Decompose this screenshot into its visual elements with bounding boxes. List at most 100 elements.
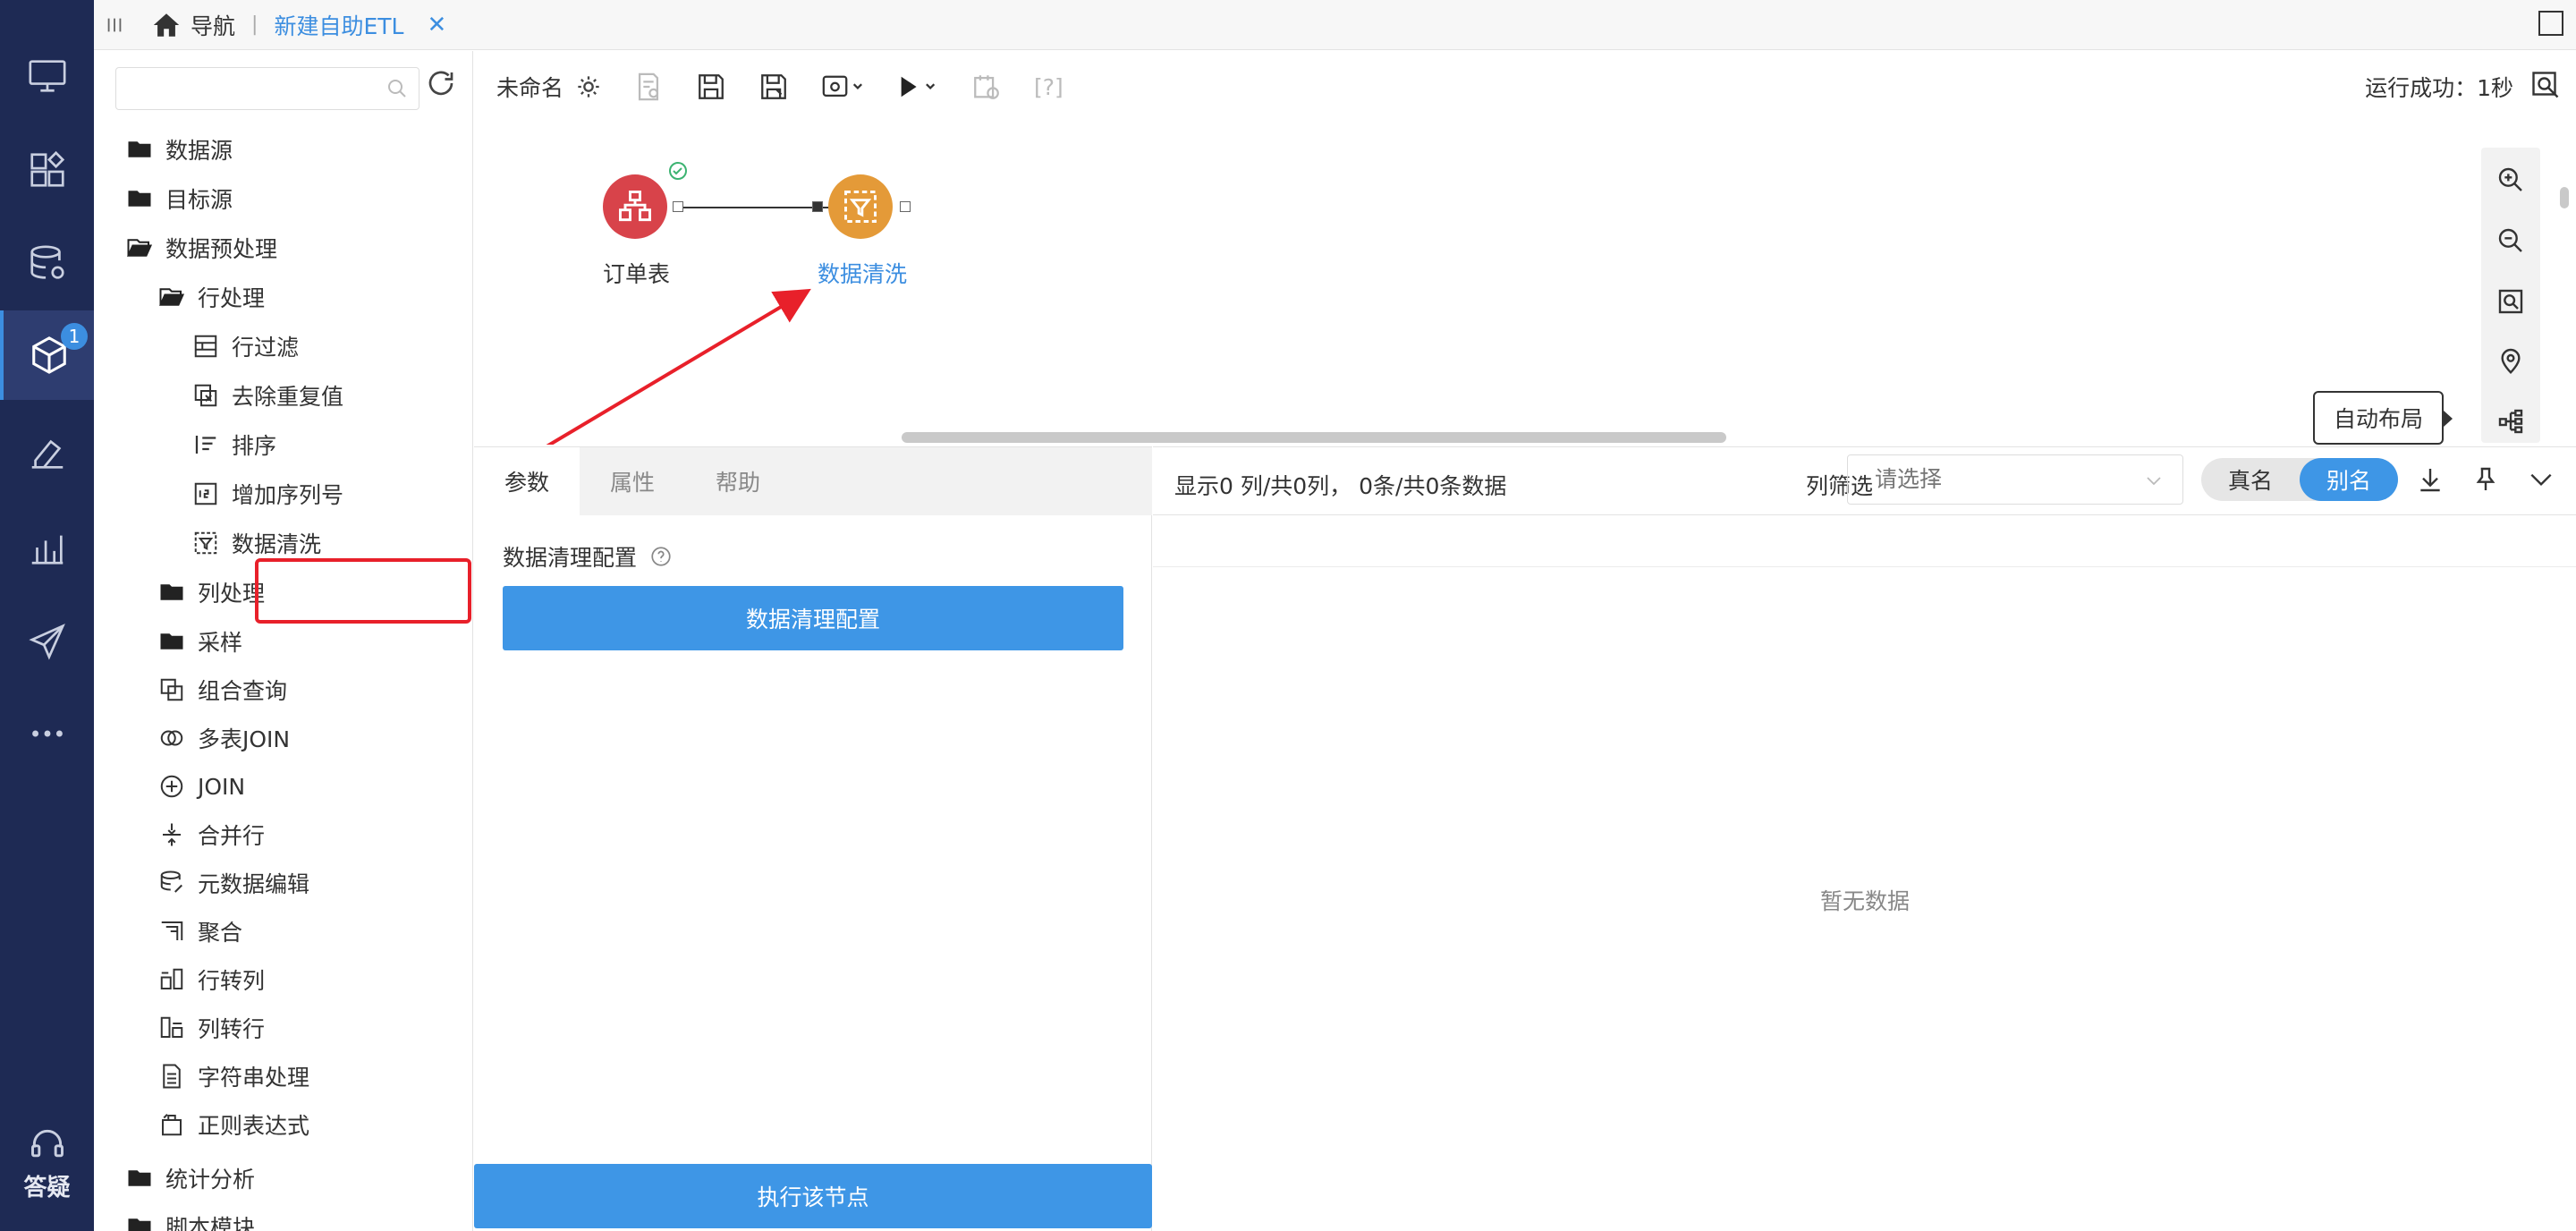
- tab-properties[interactable]: 属性: [580, 447, 685, 515]
- merge-rows-icon: [163, 823, 181, 846]
- tree-item-target[interactable]: 目标源: [126, 181, 233, 216]
- tree-item-sort[interactable]: 排序: [192, 427, 276, 463]
- locate-icon[interactable]: [2496, 346, 2525, 375]
- filter-clean-icon: [844, 191, 877, 223]
- toggle-alias[interactable]: 别名: [2300, 458, 2398, 501]
- tree-item-merge-rows[interactable]: 合并行: [158, 817, 265, 853]
- node-port-out[interactable]: [673, 201, 683, 212]
- tree-item-script[interactable]: 脚本模块: [126, 1209, 255, 1231]
- menu-bars-icon[interactable]: [105, 15, 124, 35]
- save-as-icon[interactable]: [758, 72, 789, 102]
- tab-help[interactable]: 帮助: [685, 447, 791, 515]
- save-icon[interactable]: [696, 72, 726, 102]
- question-icon[interactable]: [649, 545, 673, 568]
- tree-item-row-filter[interactable]: 行过滤: [192, 328, 299, 364]
- schedule-icon[interactable]: [971, 72, 1002, 102]
- column-filter-input[interactable]: [1875, 455, 2143, 502]
- collapse-chevron-icon[interactable]: [2527, 465, 2555, 494]
- clean-config-button[interactable]: 数据清理配置: [503, 586, 1123, 650]
- tab-params[interactable]: 参数: [474, 447, 580, 515]
- fit-view-icon[interactable]: [2496, 287, 2525, 316]
- etl-name[interactable]: 未命名: [496, 71, 564, 103]
- toggle-real-name[interactable]: 真名: [2201, 458, 2300, 501]
- multi-join-icon: [160, 730, 183, 746]
- tree-item-stats[interactable]: 统计分析: [126, 1160, 255, 1196]
- log-icon[interactable]: [633, 72, 664, 102]
- help-support[interactable]: 答疑: [0, 1109, 94, 1217]
- node-port-out[interactable]: [900, 201, 911, 212]
- tree-item-row-process[interactable]: 行处理: [158, 279, 265, 315]
- zoom-in-icon[interactable]: [2496, 166, 2525, 194]
- pen-tool-icon[interactable]: [0, 409, 94, 498]
- name-toggle[interactable]: 真名 别名: [2201, 458, 2398, 501]
- pin-icon[interactable]: [2471, 465, 2500, 494]
- tree-item-metadata-edit[interactable]: 元数据编辑: [158, 865, 309, 901]
- node-port-in[interactable]: [812, 201, 823, 212]
- column-filter-select[interactable]: [1847, 454, 2183, 505]
- run-settings-icon[interactable]: [821, 72, 864, 102]
- tree-item-col-process[interactable]: 列处理: [158, 574, 265, 610]
- run-status: 运行成功：1秒: [2365, 75, 2513, 101]
- tree-item-preprocess[interactable]: 数据预处理: [126, 230, 277, 266]
- chart-bar-icon[interactable]: [0, 503, 94, 592]
- node-data-clean[interactable]: [828, 174, 893, 239]
- canvas-horizontal-scrollbar[interactable]: [902, 432, 1726, 443]
- database-settings-icon[interactable]: [0, 219, 94, 309]
- auto-layout-icon[interactable]: [2496, 407, 2525, 436]
- tree-item-join[interactable]: JOIN: [158, 768, 245, 804]
- tree-item-data-clean[interactable]: 数据清洗: [192, 525, 321, 561]
- tree-item-col-to-row[interactable]: 列转行: [158, 1010, 265, 1046]
- search-icon[interactable]: [386, 78, 408, 99]
- headset-icon: [30, 1129, 64, 1157]
- metadata-edit-icon: [160, 870, 182, 893]
- tree-item-datasource[interactable]: 数据源: [126, 132, 233, 167]
- tree-item-row-to-col[interactable]: 行转列: [158, 962, 265, 998]
- help-bracket-icon[interactable]: [?]: [1034, 74, 1063, 100]
- tree-item-combine-query[interactable]: 组合查询: [158, 672, 287, 708]
- tree-item-multi-join[interactable]: 多表JOIN: [158, 720, 290, 756]
- help-label: 答疑: [23, 1174, 71, 1201]
- folder-icon: [160, 584, 183, 600]
- preview-column-header: [1153, 515, 2576, 567]
- success-check-icon: [669, 162, 687, 180]
- etl-canvas[interactable]: 订单表 数据清洗 自动布局: [474, 123, 2576, 445]
- settings-icon[interactable]: [576, 74, 601, 99]
- node-order-table[interactable]: [603, 174, 667, 239]
- left-rail: 1 答疑: [0, 0, 94, 1231]
- maximize-icon[interactable]: [2538, 11, 2563, 36]
- annotation-arrow: [546, 288, 811, 445]
- search-input[interactable]: [125, 68, 385, 107]
- send-icon[interactable]: [0, 597, 94, 686]
- download-icon[interactable]: [2416, 465, 2445, 494]
- home-tab[interactable]: 导航: [151, 9, 235, 41]
- row-filter-icon: [194, 335, 217, 358]
- tree-item-string[interactable]: 字符串处理: [158, 1058, 309, 1094]
- tree-item-regex[interactable]: 正则表达式: [158, 1107, 309, 1142]
- tree-item-aggregate[interactable]: 聚合: [158, 913, 242, 949]
- refresh-icon[interactable]: [425, 67, 457, 99]
- run-icon[interactable]: [896, 72, 939, 102]
- zoom-out-icon[interactable]: [2496, 226, 2525, 255]
- preview-search-icon[interactable]: [2529, 69, 2562, 101]
- monitor-icon[interactable]: [0, 30, 94, 120]
- folder-icon: [128, 141, 151, 157]
- more-icon[interactable]: [0, 689, 94, 778]
- data-preview: 显示0 列/共0列， 0条/共0条数据 列筛选 真名 别名 暂无数据: [1153, 446, 2576, 1231]
- tab-new-etl[interactable]: 新建自助ETL: [274, 9, 403, 41]
- cube-etl-icon[interactable]: 1: [0, 310, 94, 400]
- auto-layout-tooltip: 自动布局: [2313, 391, 2453, 445]
- sort-icon: [195, 436, 216, 454]
- execute-node-button[interactable]: 执行该节点: [474, 1164, 1152, 1228]
- regex-icon: [162, 1114, 182, 1136]
- tree-item-dedupe[interactable]: 去除重复值: [192, 378, 343, 413]
- canvas-vertical-scrollbar[interactable]: [2560, 187, 2569, 208]
- operator-tree: 数据源 目标源 数据预处理 行处理 行过滤 去除重复值 排序 增加序列号 数据清…: [94, 51, 473, 1231]
- row-to-col-icon: [160, 968, 183, 989]
- close-icon[interactable]: ✕: [427, 12, 446, 38]
- dashboard-icon[interactable]: [0, 125, 94, 215]
- tree-item-serial-number[interactable]: 增加序列号: [192, 476, 343, 512]
- empty-state: 暂无数据: [1820, 888, 1911, 914]
- tree-item-sample[interactable]: 采样: [158, 624, 242, 659]
- join-icon: [160, 775, 183, 798]
- col-to-row-icon: [160, 1016, 183, 1038]
